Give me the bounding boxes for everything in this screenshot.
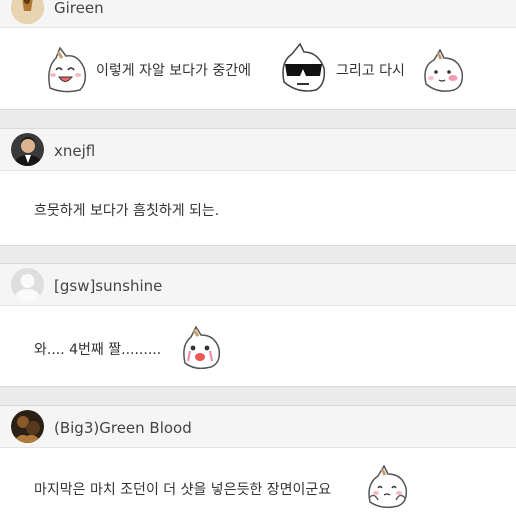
- comment-username[interactable]: (Big3)Green Blood: [54, 419, 192, 437]
- comment-body: 와.... 4번째 짤.........: [0, 306, 516, 387]
- comment-text: 그리고 다시: [336, 63, 405, 79]
- comment-username[interactable]: Gireen: [54, 0, 104, 17]
- comment-text: 흐뭇하게 보다가 흠칫하게 되는.: [34, 203, 220, 219]
- comment-text: 이렇게 자알 보다가 중간에: [96, 63, 252, 79]
- laughing-cat-icon: [42, 44, 90, 98]
- comment-header: Gireen: [0, 0, 516, 28]
- sunglasses-cat-icon: [278, 42, 328, 98]
- blushing-cat-icon: [420, 46, 466, 98]
- comment-body: 마지막은 마치 조던이 더 샷을 넣은듯한 장면이군요: [0, 448, 516, 528]
- crying-cat-icon: [177, 323, 225, 375]
- avatar[interactable]: [11, 133, 44, 166]
- shy-cat-icon: [364, 462, 412, 514]
- avatar[interactable]: [11, 410, 44, 443]
- comment-username[interactable]: xnejfl: [54, 142, 95, 160]
- comment-header: [gsw]sunshine: [0, 263, 516, 306]
- avatar[interactable]: [11, 0, 44, 24]
- comment-header: xnejfl: [0, 128, 516, 171]
- comment-body: 흐뭇하게 보다가 흠칫하게 되는.: [0, 171, 516, 246]
- comment-text: 와.... 4번째 짤.........: [34, 342, 162, 358]
- comment-username[interactable]: [gsw]sunshine: [54, 277, 162, 295]
- avatar[interactable]: [11, 268, 44, 301]
- comment-header: (Big3)Green Blood: [0, 405, 516, 448]
- comment-body: 이렇게 자알 보다가 중간에 그리고 다시: [0, 28, 516, 110]
- comment-text: 마지막은 마치 조던이 더 샷을 넣은듯한 장면이군요: [34, 482, 332, 498]
